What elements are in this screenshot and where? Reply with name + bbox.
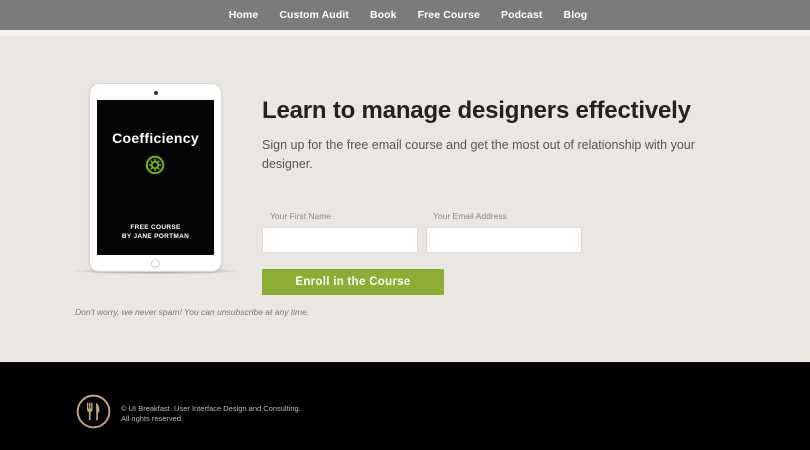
gear-icon [145,155,165,175]
course-byline: FREE COURSE BY JANE PORTMAN [97,223,214,241]
page-title: Learn to manage designers effectively [262,97,691,124]
signup-description: Sign up for the free email course and ge… [262,138,695,171]
no-spam-note: Don't worry, we never spam! You can unsu… [75,307,310,317]
course-title: Coefficiency [112,130,199,146]
nav-item-free-course[interactable]: Free Course [418,9,480,21]
footer-copyright-line: © UI Breakfast. User Interface Design an… [121,404,301,413]
nav-item-home[interactable]: Home [229,9,259,21]
tablet-screen: Coefficiency FREE COURSE BY JANE PORTMAN [97,100,214,255]
course-label: FREE COURSE [130,224,181,231]
footer-copyright: © UI Breakfast. User Interface Design an… [121,404,301,424]
course-author: BY JANE PORTMAN [121,233,190,240]
footer-rights-line: All rights reserved. [121,414,184,423]
enroll-button[interactable]: Enroll in the Course [262,269,444,295]
tablet-illustration: Coefficiency FREE COURSE BY JANE PORTMAN [89,83,222,272]
top-navigation: Home Custom Audit Book Free Course Podca… [0,0,810,30]
nav-item-blog[interactable]: Blog [564,9,588,21]
footer: © UI Breakfast. User Interface Design an… [0,362,810,450]
email-label: Your Email Address [433,211,507,221]
first-name-label: Your First Name [270,211,332,221]
tablet-camera [154,91,158,95]
first-name-input[interactable] [262,227,418,253]
nav-item-book[interactable]: Book [370,9,397,21]
nav-item-custom-audit[interactable]: Custom Audit [279,9,349,21]
nav-item-podcast[interactable]: Podcast [501,9,543,21]
fork-knife-icon[interactable] [76,394,111,429]
tablet-home-button [151,259,160,268]
email-input[interactable] [426,227,582,253]
